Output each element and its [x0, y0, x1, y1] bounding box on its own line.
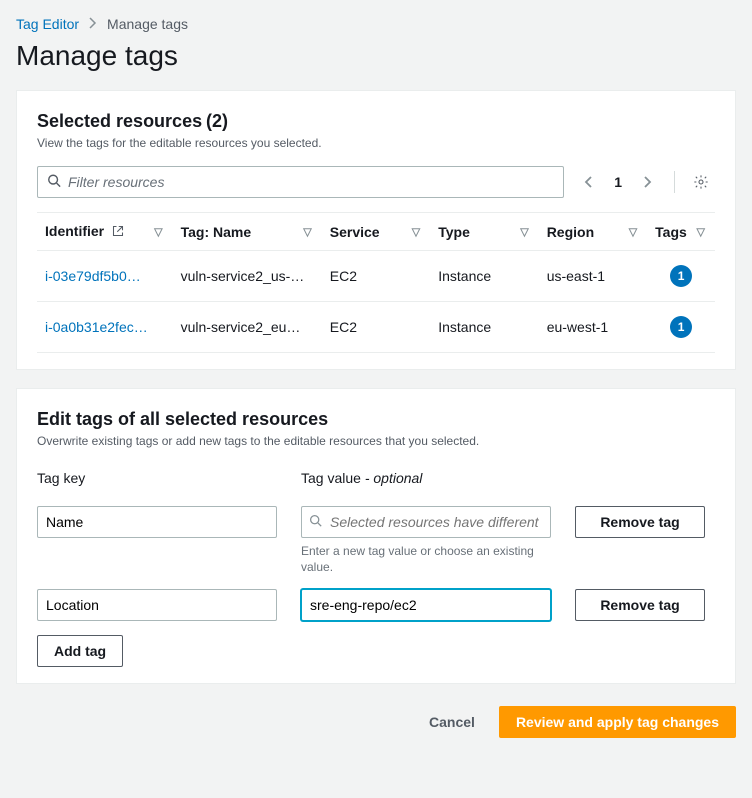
selected-resources-panel: Selected resources (2) View the tags for… [16, 90, 736, 370]
search-icon [47, 174, 61, 191]
table-row: i-03e79df5b0… vuln-service2_us-… EC2 Ins… [37, 251, 715, 302]
selected-resources-title: Selected resources [37, 111, 202, 131]
prev-page-button[interactable] [574, 168, 602, 196]
sort-icon: ▽ [697, 225, 705, 238]
breadcrumb: Tag Editor Manage tags [16, 16, 736, 32]
selected-resources-subtitle: View the tags for the editable resources… [37, 136, 715, 150]
tag-value-input[interactable] [301, 589, 551, 621]
table-header-row: Identifier ▽ Tag: Name ▽ Service ▽ Type ▽ R… [37, 213, 715, 251]
sort-icon: ▽ [629, 225, 637, 238]
tag-value-label-text: Tag value [301, 470, 361, 486]
tag-key-label: Tag key [37, 470, 277, 486]
filter-input-wrap [37, 166, 564, 198]
breadcrumb-current: Manage tags [107, 16, 188, 32]
next-page-button[interactable] [634, 168, 662, 196]
tag-value-label: Tag value - optional [301, 470, 551, 486]
cell-region: us-east-1 [539, 251, 647, 302]
breadcrumb-root[interactable]: Tag Editor [16, 16, 79, 32]
col-service[interactable]: Service ▽ [322, 213, 430, 251]
col-tag-name[interactable]: Tag: Name ▽ [173, 213, 322, 251]
chevron-right-icon [89, 16, 97, 32]
resources-table: Identifier ▽ Tag: Name ▽ Service ▽ Type ▽ R… [37, 212, 715, 353]
edit-tags-title: Edit tags of all selected resources [37, 409, 715, 430]
pagination: 1 [574, 168, 715, 196]
cancel-button[interactable]: Cancel [415, 706, 489, 738]
cell-region: eu-west-1 [539, 302, 647, 353]
cell-tags: 1 [647, 251, 715, 302]
cell-service: EC2 [322, 302, 430, 353]
external-link-icon [112, 224, 124, 240]
page-title: Manage tags [16, 40, 736, 72]
edit-tags-subtitle: Overwrite existing tags or add new tags … [37, 434, 715, 448]
add-tag-button[interactable]: Add tag [37, 635, 123, 667]
tag-value-help: Enter a new tag value or choose an exist… [301, 544, 551, 575]
cell-tag-name: vuln-service2_us-… [173, 251, 322, 302]
edit-tags-panel: Edit tags of all selected resources Over… [16, 388, 736, 684]
resource-identifier-link[interactable]: i-03e79df5b0… [37, 251, 173, 302]
page-number: 1 [608, 174, 628, 190]
cell-type: Instance [430, 251, 538, 302]
tag-value-input[interactable] [301, 506, 551, 538]
tag-count-badge[interactable]: 1 [670, 316, 692, 338]
cell-type: Instance [430, 302, 538, 353]
col-type-label: Type [438, 224, 470, 240]
resource-identifier-link[interactable]: i-0a0b31e2fec… [37, 302, 173, 353]
col-type[interactable]: Type ▽ [430, 213, 538, 251]
cell-service: EC2 [322, 251, 430, 302]
filter-resources-input[interactable] [37, 166, 564, 198]
remove-tag-button[interactable]: Remove tag [575, 506, 705, 538]
col-region-label: Region [547, 224, 594, 240]
footer-actions: Cancel Review and apply tag changes [16, 702, 736, 738]
col-tag-name-label: Tag: Name [181, 224, 252, 240]
sort-icon: ▽ [303, 225, 311, 238]
col-tags[interactable]: Tags ▽ [647, 213, 715, 251]
table-row: i-0a0b31e2fec… vuln-service2_eu… EC2 Ins… [37, 302, 715, 353]
col-identifier[interactable]: Identifier ▽ [37, 213, 173, 251]
cell-tags: 1 [647, 302, 715, 353]
col-tags-label: Tags [655, 224, 687, 240]
tag-key-input[interactable] [37, 506, 277, 538]
settings-button[interactable] [687, 168, 715, 196]
sort-icon: ▽ [412, 225, 420, 238]
col-region[interactable]: Region ▽ [539, 213, 647, 251]
divider [674, 171, 675, 193]
col-service-label: Service [330, 224, 380, 240]
tag-value-optional: - optional [361, 470, 422, 486]
tag-key-input[interactable] [37, 589, 277, 621]
col-identifier-label: Identifier [45, 223, 104, 239]
review-apply-button[interactable]: Review and apply tag changes [499, 706, 736, 738]
cell-tag-name: vuln-service2_eu… [173, 302, 322, 353]
remove-tag-button[interactable]: Remove tag [575, 589, 705, 621]
sort-icon: ▽ [520, 225, 528, 238]
selected-resources-count: (2) [206, 111, 228, 131]
search-icon [309, 514, 322, 530]
sort-icon: ▽ [154, 225, 162, 238]
tag-count-badge[interactable]: 1 [670, 265, 692, 287]
